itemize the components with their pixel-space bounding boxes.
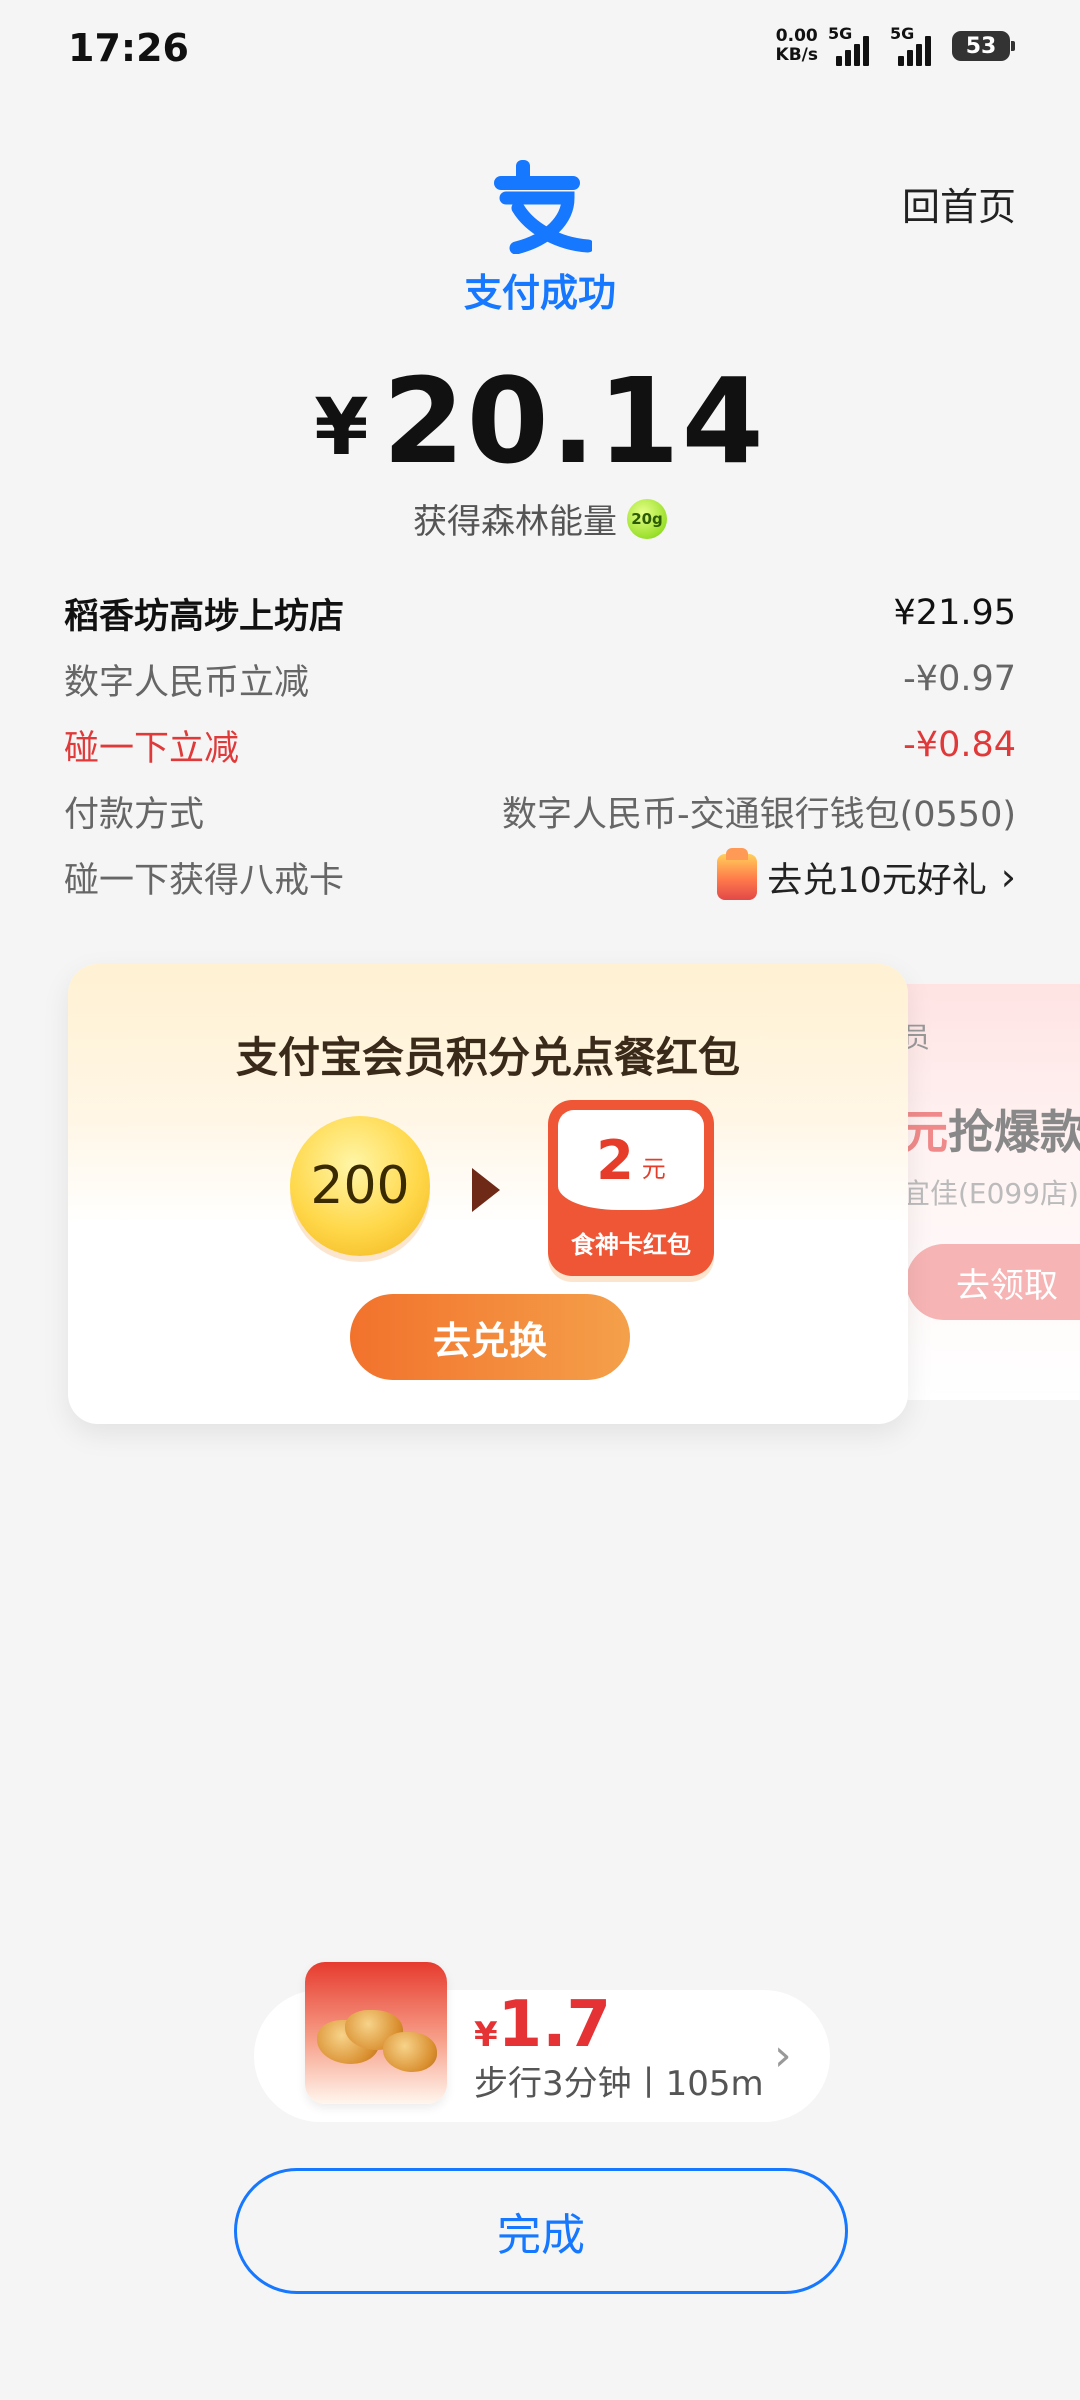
status-bar: 17:26 0.00 KB/s 5G 5G 53 bbox=[0, 0, 1080, 100]
discount-label: 数字人民币立减 bbox=[64, 662, 310, 703]
chevron-right-icon: › bbox=[1000, 855, 1016, 899]
red-packet-icon: 2 元 食神卡红包 bbox=[548, 1100, 714, 1276]
promo-distance: 步行3分钟丨105m bbox=[474, 2064, 764, 2104]
network-speed: 0.00 KB/s bbox=[775, 26, 818, 65]
exchange-button[interactable]: 去兑换 bbox=[350, 1294, 630, 1380]
tap-discount-label: 碰一下立减 bbox=[64, 728, 240, 769]
card-label: 碰一下获得八戒卡 bbox=[64, 860, 345, 901]
signal-icon: 5G bbox=[828, 24, 880, 66]
payment-status: 支付成功 bbox=[463, 271, 616, 315]
secondary-card-store: 宜佳(E099店) bbox=[902, 1177, 1079, 1210]
original-price: ¥21.95 bbox=[893, 593, 1016, 633]
amount-value: 20.14 bbox=[382, 352, 766, 490]
discount-value: -¥0.97 bbox=[903, 659, 1016, 699]
payment-method-label: 付款方式 bbox=[64, 794, 205, 835]
energy-badge-icon: 20g bbox=[627, 498, 667, 539]
points-exchange-card[interactable]: 支付宝会员积分兑点餐红包 200 2 元 食神卡红包 去兑换 bbox=[68, 964, 908, 1424]
done-button[interactable]: 完成 bbox=[234, 2168, 848, 2294]
points-drop-icon: 200 bbox=[290, 1116, 430, 1256]
detail-row-payment-method: 付款方式 数字人民币-交通银行钱包(0550) bbox=[64, 778, 1016, 844]
payment-method-value: 数字人民币-交通银行钱包(0550) bbox=[501, 794, 1016, 835]
red-packet-unit: 元 bbox=[641, 1154, 666, 1183]
alipay-logo-icon bbox=[494, 160, 592, 254]
payment-amount: ¥20.14 bbox=[0, 352, 1080, 490]
transaction-details: 稻香坊高埗上坊店 ¥21.95 数字人民币立减 -¥0.97 碰一下立减 -¥0… bbox=[64, 580, 1016, 910]
claim-button[interactable]: 去领取 bbox=[906, 1244, 1080, 1320]
detail-row-discount: 数字人民币立减 -¥0.97 bbox=[64, 646, 1016, 712]
detail-row-tap-discount: 碰一下立减 -¥0.84 bbox=[64, 712, 1016, 778]
status-icons: 0.00 KB/s 5G 5G 53 bbox=[775, 24, 1015, 66]
status-time: 17:26 bbox=[68, 26, 189, 70]
tap-discount-value: -¥0.84 bbox=[903, 725, 1016, 765]
arrow-right-icon bbox=[472, 1168, 500, 1212]
forest-energy[interactable]: 获得森林能量 20g bbox=[0, 494, 1080, 543]
card-title: 支付宝会员积分兑点餐红包 bbox=[235, 1033, 740, 1082]
home-link[interactable]: 回首页 bbox=[902, 176, 1016, 231]
energy-text: 获得森林能量 bbox=[413, 502, 617, 542]
currency-symbol: ¥ bbox=[314, 383, 369, 473]
points-value: 200 bbox=[310, 1156, 410, 1216]
secondary-card-title: 元抢爆款 bbox=[902, 1105, 1080, 1159]
battery-icon: 53 bbox=[952, 31, 1015, 61]
red-packet-label: 食神卡红包 bbox=[571, 1231, 691, 1259]
payment-success-screen: 17:26 0.00 KB/s 5G 5G 53 回首页 支付成功 ¥20.14 bbox=[0, 0, 1080, 2400]
detail-row-merchant: 稻香坊高埗上坊店 ¥21.95 bbox=[64, 580, 1016, 646]
detail-row-card: 碰一下获得八戒卡 去兑10元好礼 › bbox=[64, 844, 1016, 910]
food-thumbnail[interactable] bbox=[305, 1962, 447, 2104]
promo-price: ¥1.7 bbox=[474, 1988, 612, 2062]
red-packet-amount: 2 bbox=[596, 1128, 634, 1192]
signal-icon: 5G bbox=[890, 24, 942, 66]
chevron-right-icon: › bbox=[774, 2030, 792, 2081]
redeem-gift-link[interactable]: 去兑10元好礼 › bbox=[717, 848, 1016, 903]
merchant-name: 稻香坊高埗上坊店 bbox=[64, 596, 345, 637]
redeem-gift-text: 去兑10元好礼 bbox=[767, 860, 987, 901]
gift-icon bbox=[717, 848, 758, 900]
